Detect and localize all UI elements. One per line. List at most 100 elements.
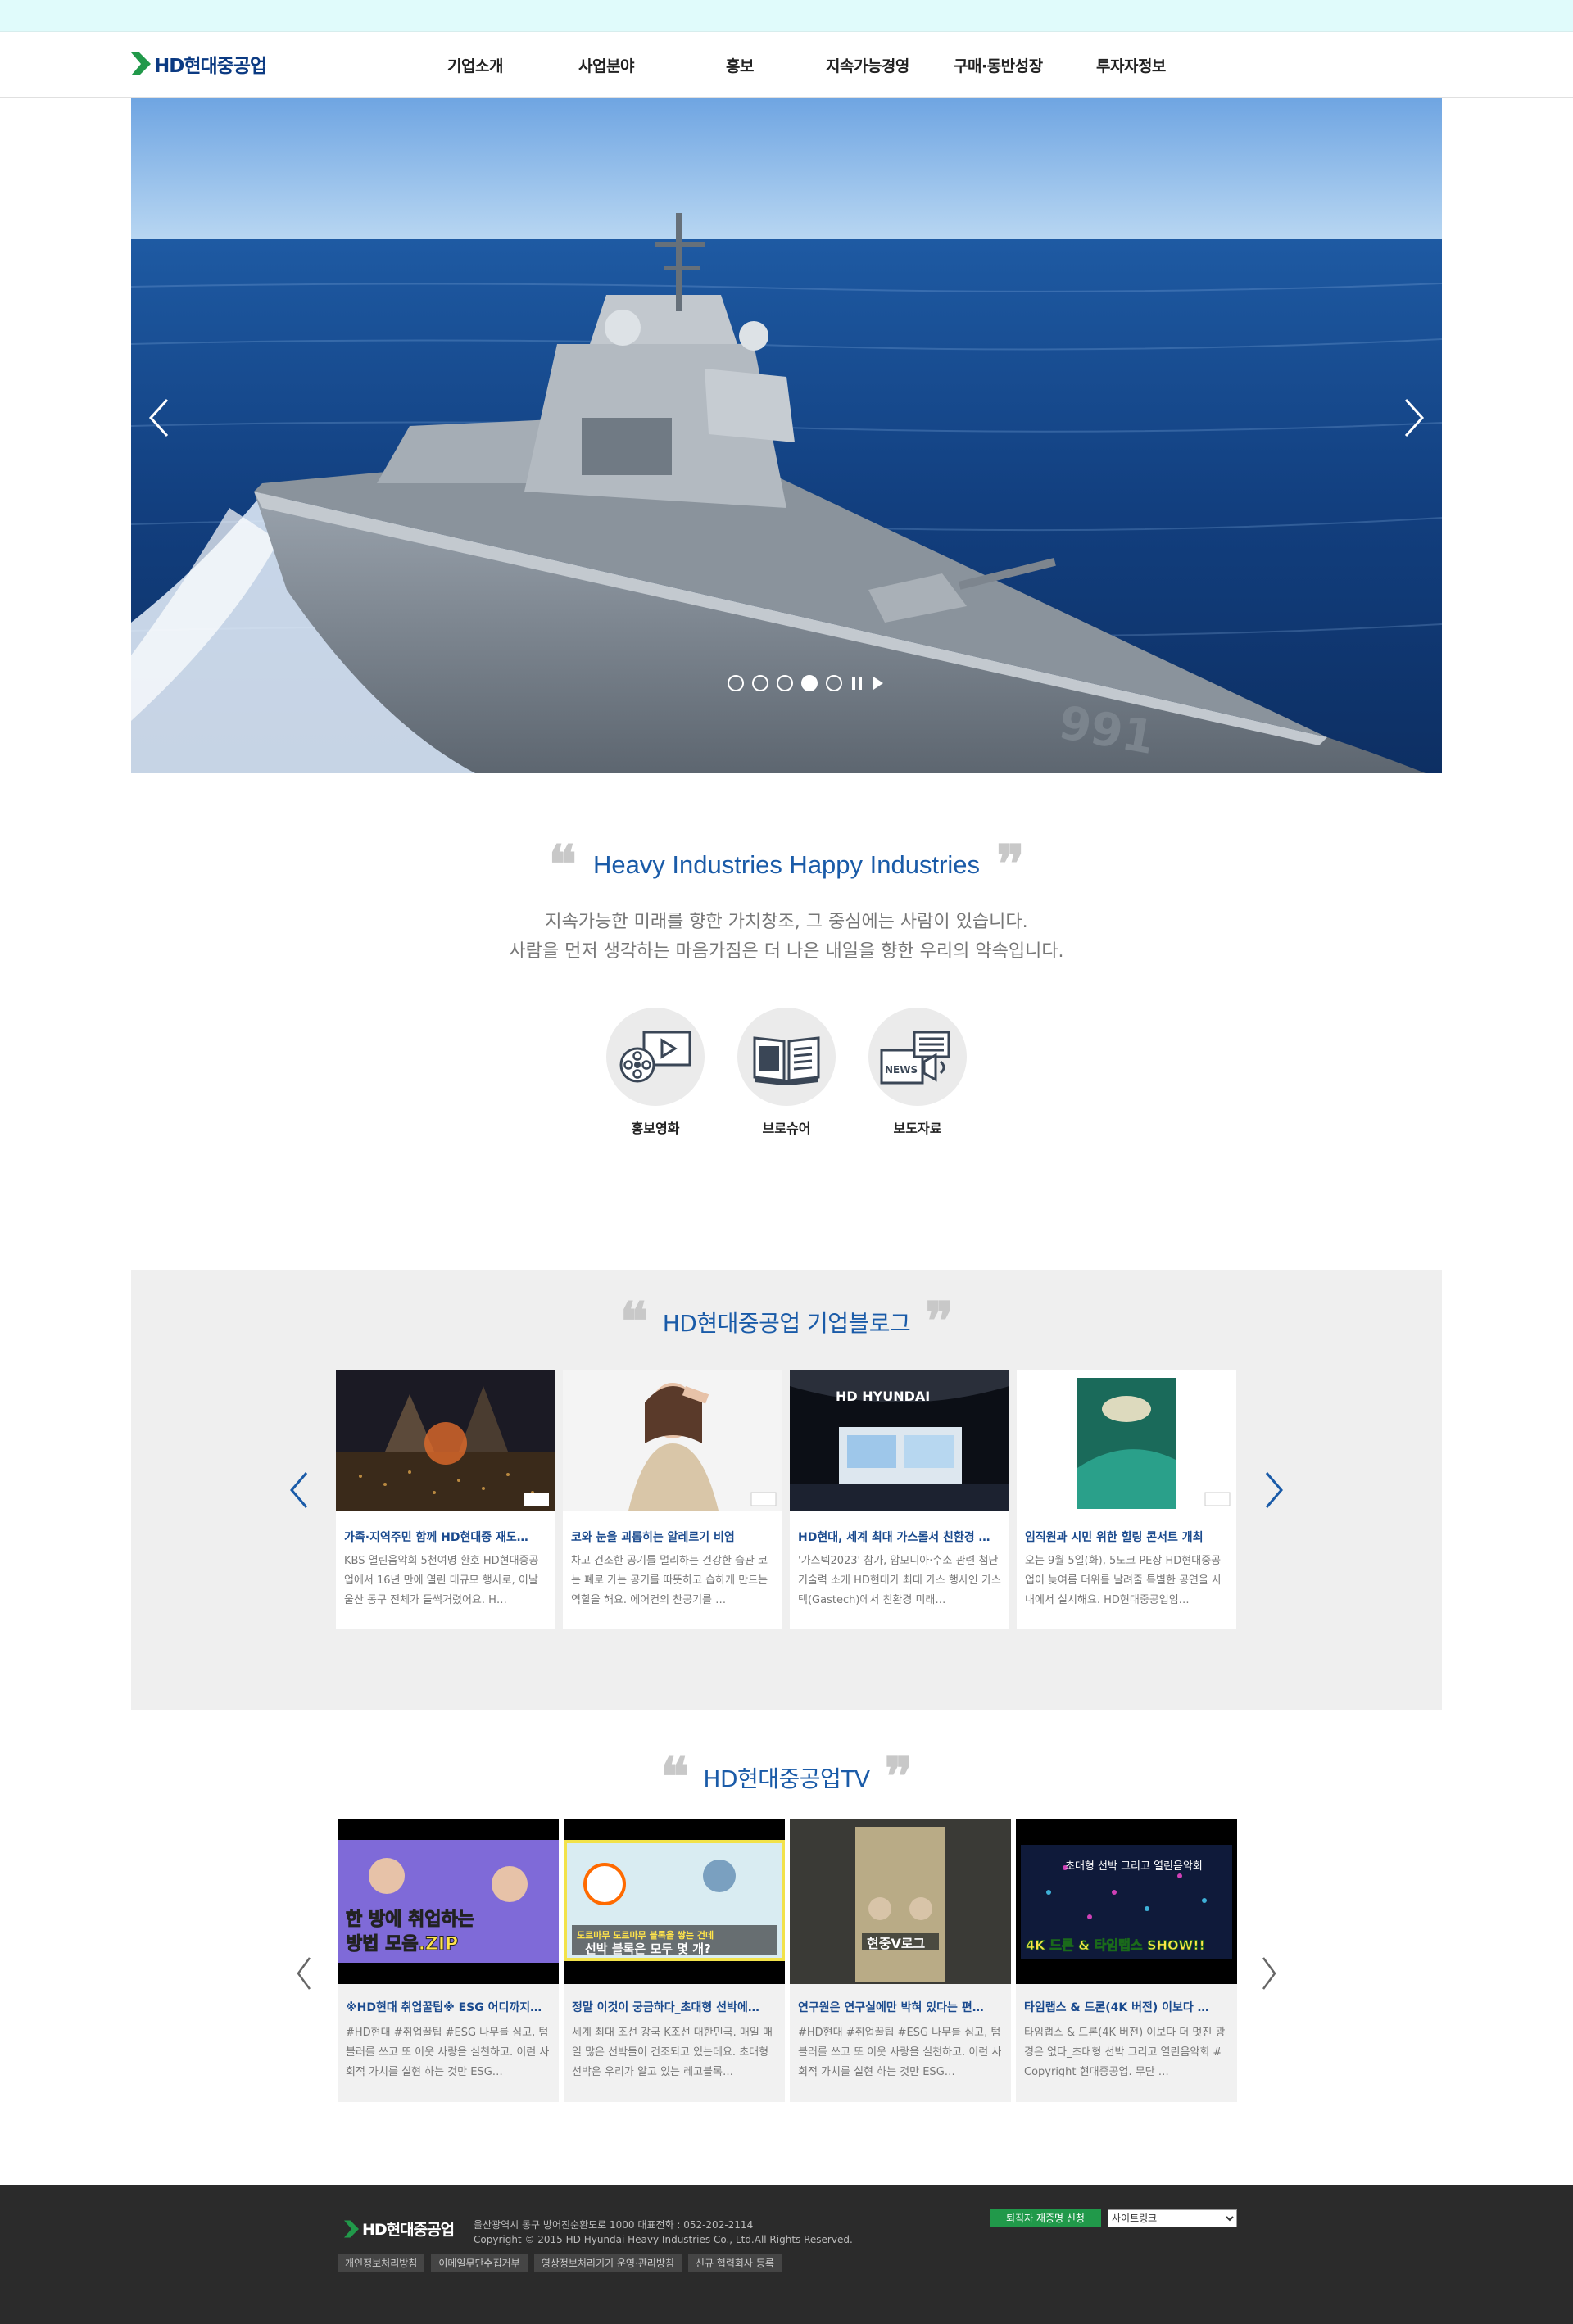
intro-text: 지속가능한 미래를 향한 가치창조, 그 중심에는 사람이 있습니다. 사람을 … (0, 908, 1573, 967)
hero-slider: 991 (131, 98, 1442, 773)
blog-title: ❝ HD현대중공업 기업블로그 ❞ (131, 1293, 1442, 1351)
hero-prev-arrow-icon[interactable] (143, 393, 175, 442)
tv-card-desc: 타임랩스 & 드론(4K 버전) 이보다 더 멋진 광경은 없다_초대형 선박 … (1024, 2027, 1226, 2078)
quick-link-label: 브로슈어 (762, 1121, 811, 1136)
nav-item-purchasing[interactable]: 구매·동반성장 (954, 54, 1043, 76)
blog-card-title: 임직원과 시민 위한 힐링 콘서트 개최 (1025, 1531, 1204, 1544)
header: HD현대중공업 기업소개 사업분야 홍보 지속가능경영 구매·동반성장 투자자정… (0, 31, 1573, 98)
slide-dot[interactable] (777, 675, 793, 691)
blog-thumbnail-concert-poster (1017, 1370, 1236, 1511)
blog-card-desc: 오는 9월 5일(화), 5도크 PE장 HD현대중공업이 늦여름 더위를 날려… (1025, 1555, 1222, 1606)
quick-link-label: 보도자료 (893, 1121, 942, 1136)
footer-logo-text: HD현대중공업 (362, 2221, 455, 2239)
svg-text:HD HYUNDAI: HD HYUNDAI (836, 1389, 930, 1404)
video-thumbnail-timelapse: 초대형 선박 그리고 열린음악회 4K 드론 & 타임랩스 SHOW!! (1016, 1819, 1237, 1984)
svg-text:NEWS: NEWS (885, 1064, 918, 1076)
video-thumbnail-job-tips: 한 방에 취업하는 방법 모음.ZIP (338, 1819, 559, 1984)
blog-card-title: 코와 눈을 괴롭히는 알레르기 비염 (571, 1531, 735, 1544)
blog-card-desc: KBS 열린음악회 5천여명 환호 HD현대중공업에서 16년 만에 열린 대규… (344, 1555, 539, 1606)
blog-next-arrow-icon[interactable] (1262, 1470, 1286, 1511)
play-icon[interactable] (872, 675, 885, 691)
open-quote-icon: ❝ (619, 1293, 648, 1351)
sitelink-select[interactable]: 사이트링크 (1108, 2209, 1237, 2227)
nav-item-sustainability[interactable]: 지속가능경영 (826, 54, 909, 76)
footer: HD현대중공업 울산광역시 동구 방어진순환도로 1000 대표전화 : 052… (0, 2185, 1573, 2324)
blog-card-title: HD현대, 세계 최대 가스롤서 친환경 … (798, 1531, 990, 1544)
svg-text:4K 드론 & 타임랩스 SHOW!!: 4K 드론 & 타임랩스 SHOW!! (1026, 1937, 1205, 1953)
footer-link-email-policy[interactable]: 이메일무단수집거부 (431, 2254, 528, 2272)
open-quote-icon: ❝ (548, 836, 577, 894)
intro-line-1: 지속가능한 미래를 향한 가치창조, 그 중심에는 사람이 있습니다. (545, 912, 1028, 932)
nav-item-company[interactable]: 기업소개 (447, 54, 503, 76)
slide-dot[interactable] (752, 675, 768, 691)
footer-links: 개인정보처리방침 이메일무단수집거부 영상정보처리기기 운영·관리방침 신규 협… (338, 2254, 782, 2272)
intro-line-2: 사람을 먼저 생각하는 마음가짐은 더 나은 내일을 향한 우리의 약속입니다. (509, 941, 1064, 962)
nav-item-investors[interactable]: 투자자정보 (1096, 54, 1166, 76)
blog-section: ❝ HD현대중공업 기업블로그 ❞ 가족·지역주민 함께 HD현대중 재도… K… (131, 1270, 1442, 1710)
slide-dot[interactable] (826, 675, 842, 691)
tv-title-text: HD현대중공업TV (703, 1765, 870, 1792)
slide-dot[interactable] (728, 675, 744, 691)
retiree-certificate-button[interactable]: 퇴직자 재증명 신청 (990, 2209, 1101, 2227)
blog-card[interactable]: 가족·지역주민 함께 HD현대중 재도… KBS 열린음악회 5천여명 환호 H… (336, 1370, 555, 1629)
tv-thumbnail: 초대형 선박 그리고 열린음악회 4K 드론 & 타임랩스 SHOW!! (1016, 1819, 1237, 1984)
tv-card-desc: 세계 최대 조선 강국 K조선 대한민국. 매일 매일 많은 선박들이 건조되고… (572, 2027, 773, 2078)
brochure-book-icon (753, 1036, 820, 1085)
blog-card-title: 가족·지역주민 함께 HD현대중 재도… (344, 1531, 528, 1544)
svg-text:현중V로그: 현중V로그 (867, 1936, 926, 1951)
blog-prev-arrow-icon[interactable] (287, 1470, 311, 1511)
film-reel-icon (619, 1031, 691, 1083)
svg-text:도르마무 도르마무 블록을 쌓는 건데: 도르마무 도르마무 블록을 쌓는 건데 (577, 1929, 714, 1941)
hd-chevron-icon (344, 2220, 359, 2237)
tv-card-desc: #HD현대 #취업꿀팁 #ESG 나무를 심고, 텀블러를 쓰고 또 이웃 사랑… (346, 2027, 550, 2078)
svg-text:선박 블록은 모두 몇 개?: 선박 블록은 모두 몇 개? (585, 1941, 711, 1956)
close-quote-icon: ❞ (996, 836, 1025, 894)
hero-image-destroyer: 991 (131, 98, 1442, 773)
video-thumbnail-ship-blocks: 도르마무 도르마무 블록을 쌓는 건데 선박 블록은 모두 몇 개? (564, 1819, 785, 1984)
top-strip (0, 0, 1573, 31)
tv-card-title: 정말 이것이 궁금하다_초대형 선박에… (572, 2001, 759, 2014)
footer-logo[interactable]: HD현대중공업 (344, 2218, 455, 2240)
footer-link-cctv-policy[interactable]: 영상정보처리기기 운영·관리방침 (533, 2254, 682, 2272)
tv-title: ❝ HD현대중공업TV ❞ (0, 1748, 1573, 1806)
tv-next-arrow-icon[interactable] (1257, 1953, 1281, 1994)
nav-item-pr[interactable]: 홍보 (726, 54, 754, 76)
blog-card[interactable]: HD HYUNDAI HD현대, 세계 최대 가스롤서 친환경 … '가스텍20… (790, 1370, 1009, 1629)
blog-thumbnail-gastech-booth: HD HYUNDAI (790, 1370, 1009, 1511)
hero-next-arrow-icon[interactable] (1398, 393, 1430, 442)
quick-link-brochure[interactable]: 브로슈어 (737, 1008, 836, 1137)
close-quote-icon: ❞ (884, 1748, 913, 1806)
tv-card[interactable]: 초대형 선박 그리고 열린음악회 4K 드론 & 타임랩스 SHOW!! 타임랩… (1016, 1819, 1237, 2102)
nav-item-business[interactable]: 사업분야 (578, 54, 634, 76)
news-icon: NEWS (880, 1031, 950, 1085)
quick-link-press[interactable]: NEWS 보도자료 (868, 1008, 967, 1137)
tv-card-desc: #HD현대 #취업꿀팁 #ESG 나무를 심고, 텀블러를 쓰고 또 이웃 사랑… (798, 2027, 1002, 2078)
slide-dot-active[interactable] (801, 675, 818, 691)
footer-link-privacy[interactable]: 개인정보처리방침 (338, 2254, 425, 2272)
tv-card[interactable]: 한 방에 취업하는 방법 모음.ZIP ※HD현대 취업꿀팁※ ESG 어디까지… (338, 1819, 559, 2102)
pause-icon[interactable] (850, 675, 864, 691)
blog-card[interactable]: 임직원과 시민 위한 힐링 콘서트 개최 오는 9월 5일(화), 5도크 PE… (1017, 1370, 1236, 1629)
intro-title: ❝ Heavy Industries Happy Industries ❞ (0, 836, 1573, 894)
footer-link-partner-register[interactable]: 신규 협력회사 등록 (687, 2254, 782, 2272)
quick-link-promo-film[interactable]: 홍보영화 (606, 1008, 705, 1137)
logo[interactable]: HD현대중공업 (131, 50, 267, 78)
open-quote-icon: ❝ (660, 1748, 689, 1806)
svg-text:초대형 선박 그리고 열린음악회: 초대형 선박 그리고 열린음악회 (1065, 1860, 1203, 1873)
tv-thumbnail: 한 방에 취업하는 방법 모음.ZIP (338, 1819, 559, 1984)
svg-text:한 방에 취업하는: 한 방에 취업하는 (346, 1909, 474, 1930)
tv-prev-arrow-icon[interactable] (292, 1953, 316, 1994)
tv-card[interactable]: 현중V로그 연구원은 연구실에만 박혀 있다는 편… #HD현대 #취업꿀팁 #… (790, 1819, 1011, 2102)
video-thumbnail-vlog: 현중V로그 (790, 1819, 1011, 1984)
hd-chevron-icon (131, 52, 151, 75)
tv-card-title: 연구원은 연구실에만 박혀 있다는 편… (798, 2001, 984, 2014)
blog-thumbnail-concert (336, 1370, 555, 1511)
blog-card[interactable]: 코와 눈을 괴롭히는 알레르기 비염 차고 건조한 공기를 멀리하는 건강한 습… (563, 1370, 782, 1629)
quick-link-label: 홍보영화 (631, 1121, 680, 1136)
footer-address-line: 울산광역시 동구 방어진순환도로 1000 대표전화 : 052-202-211… (474, 2219, 754, 2231)
footer-copyright: Copyright © 2015 HD Hyundai Heavy Indust… (474, 2234, 853, 2245)
tv-card-title: ※HD현대 취업꿀팁※ ESG 어디까지… (346, 2001, 542, 2014)
svg-text:방법 모음.ZIP: 방법 모음.ZIP (346, 1934, 458, 1955)
blog-card-desc: 차고 건조한 공기를 멀리하는 건강한 습관 코는 폐로 가는 공기를 따뜻하고… (571, 1555, 768, 1606)
tv-card[interactable]: 도르마무 도르마무 블록을 쌓는 건데 선박 블록은 모두 몇 개? 정말 이것… (564, 1819, 785, 2102)
